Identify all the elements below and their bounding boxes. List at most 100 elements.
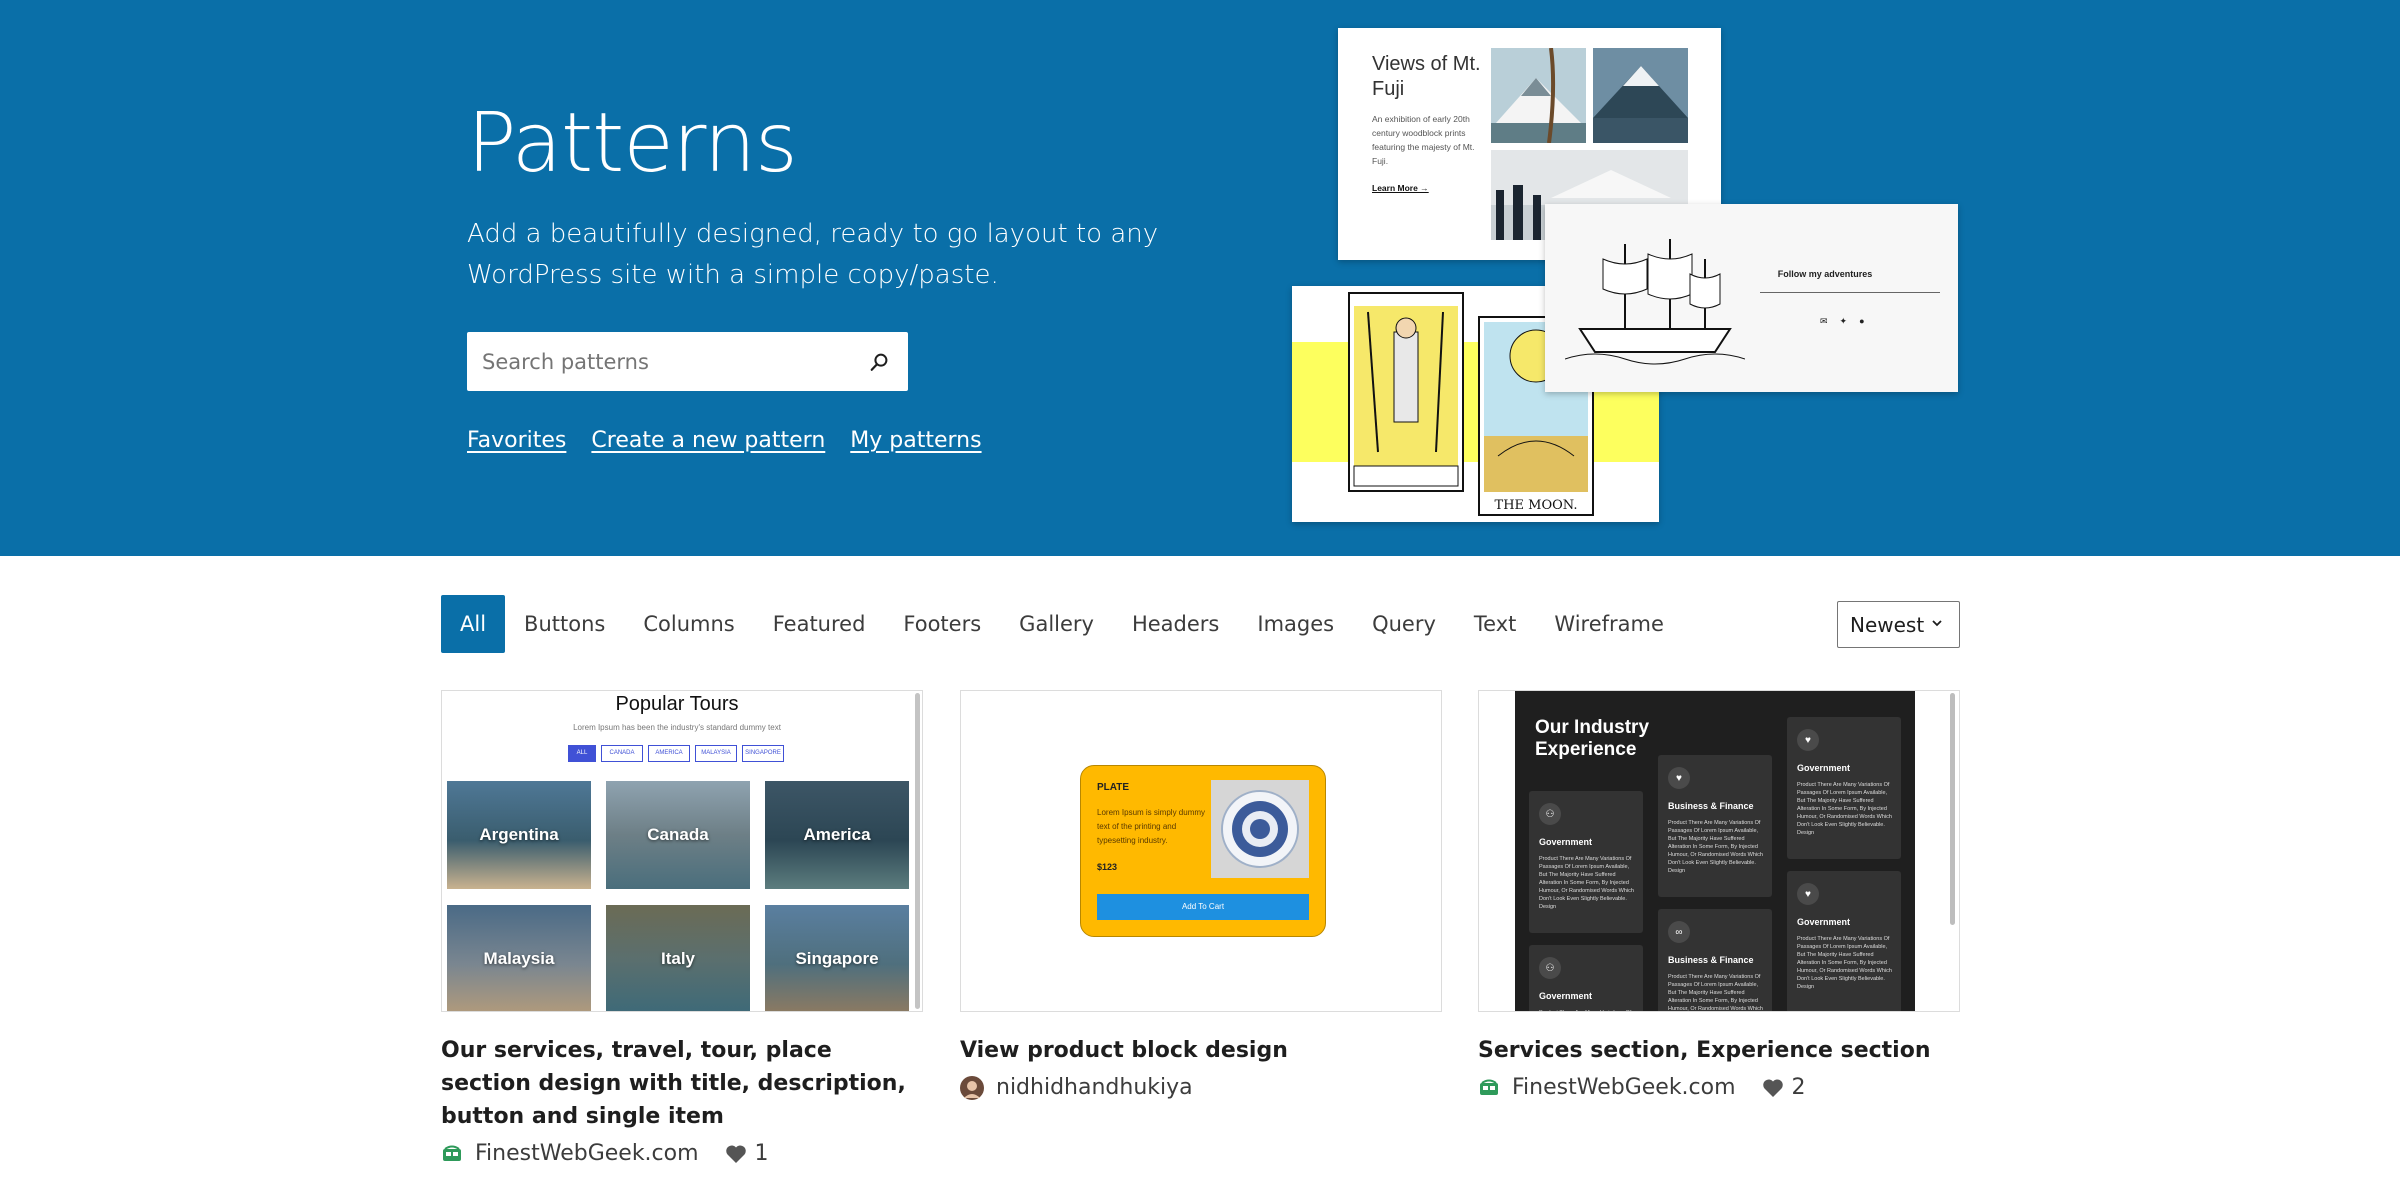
service-card-body: Product There Are Many Variations Of Pas…: [1539, 856, 1634, 910]
preview-tabs: ALL CANADA AMERICA MALAYSIA SINGAPORE: [568, 745, 784, 762]
preview-scrollbar[interactable]: [1950, 693, 1955, 925]
twitter-icon: ✦: [1839, 316, 1848, 326]
like-count: 1: [754, 1141, 769, 1166]
service-card-body: Product There Are Many Variations Of Pas…: [1668, 820, 1763, 874]
pattern-title[interactable]: View product block design: [960, 1034, 1442, 1067]
tour-tile: Argentina: [447, 781, 591, 889]
service-card: ♥ Government Product There Are Many Vari…: [1787, 871, 1901, 1011]
tour-tile: Canada: [606, 781, 750, 889]
service-card: ♥ Business & Finance Product There Are M…: [1658, 755, 1772, 897]
tarot-moon-label: THE MOON.: [1494, 498, 1578, 513]
filter-footers[interactable]: Footers: [884, 595, 1000, 653]
product-label: PLATE: [1097, 782, 1130, 793]
tour-tile: Italy: [606, 905, 750, 1011]
like-count: 2: [1791, 1075, 1806, 1100]
author-name[interactable]: nidhidhandhukiya: [996, 1075, 1193, 1100]
pattern-card-product: PLATE Lorem Ipsum is simply dummy text o…: [960, 690, 1442, 1100]
filter-wireframe[interactable]: Wireframe: [1535, 595, 1683, 653]
add-to-cart-button: Add To Cart: [1097, 894, 1309, 920]
preview-heading: Popular Tours: [615, 693, 739, 715]
filter-columns[interactable]: Columns: [624, 595, 753, 653]
hero-description: Add a beautifully designed, ready to go …: [467, 219, 1159, 290]
follow-text: Follow my adventures: [1777, 269, 1873, 279]
tarot-card-swords: [1348, 292, 1464, 492]
create-pattern-link[interactable]: Create a new pattern: [591, 428, 825, 453]
preview-subheading: Lorem Ipsum has been the industry's stan…: [573, 723, 781, 732]
filter-gallery[interactable]: Gallery: [1000, 595, 1113, 653]
fuji-print-1: [1491, 48, 1586, 143]
filter-headers[interactable]: Headers: [1113, 595, 1238, 653]
pattern-thumbnail[interactable]: Popular Tours Lorem Ipsum has been the i…: [441, 690, 923, 1012]
filter-text[interactable]: Text: [1455, 595, 1535, 653]
filter-featured[interactable]: Featured: [754, 595, 885, 653]
preview-tab: AMERICA: [648, 745, 690, 762]
filter-buttons[interactable]: Buttons: [505, 595, 624, 653]
ship-illustration: [1565, 239, 1745, 365]
pattern-card-tours: Popular Tours Lorem Ipsum has been the i…: [441, 690, 923, 1166]
search-input[interactable]: [467, 332, 852, 391]
search-box: [467, 332, 908, 391]
service-card-body: Product There Are Many Variations Of Pas…: [1539, 1009, 1635, 1011]
service-card: ⚇ Government Product There Are Many Vari…: [1529, 791, 1643, 933]
filter-all[interactable]: All: [441, 595, 506, 653]
service-card: ∞ Business & Finance Product There Are M…: [1658, 909, 1772, 1012]
service-card-body: Product There Are Many Variations Of Pas…: [1668, 974, 1763, 1012]
services-heading: Our Industry Experience: [1535, 717, 1650, 760]
service-card: ⚇ Government Product There Are Many Vari…: [1529, 945, 1643, 1011]
pattern-title[interactable]: Our services, travel, tour, place sectio…: [441, 1034, 923, 1133]
service-card-title: Business & Finance: [1668, 801, 1754, 811]
service-card-title: Government: [1797, 917, 1851, 927]
service-card-body: Product There Are Many Variations Of Pas…: [1797, 936, 1892, 990]
filter-images[interactable]: Images: [1238, 595, 1353, 653]
service-card-title: Business & Finance: [1668, 955, 1754, 965]
services-preview: Our Industry Experience ⚇ Government Pro…: [1515, 691, 1915, 1012]
preview-scrollbar[interactable]: [915, 693, 920, 1009]
preview-tab: ALL: [568, 745, 596, 762]
tour-tile: America: [765, 781, 909, 889]
author-avatar-icon: [960, 1075, 984, 1100]
service-card: ♥ Government Product There Are Many Vari…: [1787, 717, 1901, 859]
heart-icon: [725, 1144, 746, 1163]
mail-icon: ✉: [1820, 316, 1828, 326]
pattern-thumbnail[interactable]: PLATE Lorem Ipsum is simply dummy text o…: [960, 690, 1442, 1012]
ship-preview-card: Follow my adventures ✉ ✦ ●: [1545, 204, 1958, 392]
plate-image: [1211, 780, 1309, 878]
heart-icon: ♥: [1797, 883, 1819, 905]
heart-icon: [1762, 1078, 1783, 1097]
author-avatar-icon: [443, 1145, 461, 1161]
my-patterns-link[interactable]: My patterns: [850, 428, 981, 453]
product-card-preview: PLATE Lorem Ipsum is simply dummy text o…: [1080, 765, 1326, 937]
filter-query[interactable]: Query: [1353, 595, 1455, 653]
fuji-learn-more: Learn More →: [1372, 183, 1429, 193]
likes[interactable]: 2: [1762, 1075, 1806, 1100]
pattern-meta: nidhidhandhukiya: [960, 1075, 1442, 1100]
search-button[interactable]: [852, 332, 908, 391]
pattern-meta: FinestWebGeek.com 2: [1478, 1075, 1960, 1100]
preview-tab: SINGAPORE: [742, 745, 784, 762]
sitemap-icon: ⚇: [1539, 803, 1561, 825]
sort-select[interactable]: Newest: [1837, 601, 1960, 648]
favorites-link[interactable]: Favorites: [467, 428, 566, 453]
chevron-down-icon: [1932, 620, 1942, 627]
service-card-title: Government: [1539, 991, 1593, 1001]
follow-divider: [1760, 292, 1940, 293]
heart-icon: ♥: [1668, 767, 1690, 789]
facebook-icon: ●: [1859, 316, 1865, 326]
pattern-title[interactable]: Services section, Experience section: [1478, 1034, 1960, 1067]
social-icons: ✉ ✦ ●: [1820, 316, 1865, 327]
service-card-title: Government: [1539, 837, 1593, 847]
fuji-title: Views of Mt. Fuji: [1372, 53, 1481, 100]
search-icon: [870, 353, 888, 371]
category-filters: All Buttons Columns Featured Footers Gal…: [441, 595, 1683, 653]
pattern-thumbnail[interactable]: Our Industry Experience ⚇ Government Pro…: [1478, 690, 1960, 1012]
preview-tab: CANADA: [601, 745, 643, 762]
author-name[interactable]: FinestWebGeek.com: [1512, 1075, 1736, 1100]
preview-tab: MALAYSIA: [695, 745, 737, 762]
page-title: Patterns: [467, 96, 798, 191]
tour-tile: Singapore: [765, 905, 909, 1011]
likes[interactable]: 1: [725, 1141, 769, 1166]
pattern-card-services: Our Industry Experience ⚇ Government Pro…: [1478, 690, 1960, 1100]
author-name[interactable]: FinestWebGeek.com: [475, 1141, 699, 1166]
fuji-description: An exhibition of early 20th century wood…: [1372, 114, 1475, 166]
hero-links: Favorites Create a new pattern My patter…: [467, 428, 982, 453]
